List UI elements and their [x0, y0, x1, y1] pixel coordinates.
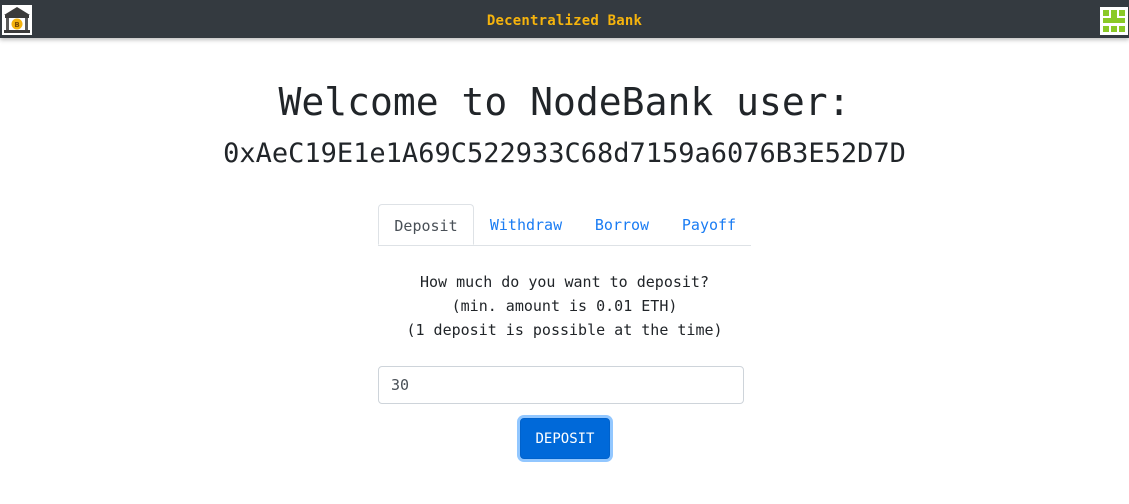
deposit-limit-note: (1 deposit is possible at the time) [406, 321, 723, 339]
tab-deposit[interactable]: Deposit [378, 204, 474, 245]
tab-withdraw[interactable]: Withdraw [477, 204, 575, 245]
welcome-heading: Welcome to NodeBank user: [278, 80, 851, 124]
deposit-question: How much do you want to deposit? [420, 273, 709, 291]
app-title[interactable]: Decentralized Bank [0, 0, 1129, 38]
identicon-avatar-icon[interactable] [1100, 7, 1128, 35]
deposit-prompt: How much do you want to deposit? (min. a… [0, 270, 1129, 342]
wallet-address: 0xAeC19E1e1A69C522933C68d7159a6076B3E52D… [223, 138, 906, 169]
tab-bar: Deposit Withdraw Borrow Payoff [378, 204, 751, 246]
tab-payoff[interactable]: Payoff [669, 204, 749, 245]
deposit-amount-input[interactable] [378, 366, 744, 404]
deposit-button[interactable]: DEPOSIT [520, 418, 610, 459]
navbar: B Decentralized Bank [0, 0, 1129, 38]
tab-borrow[interactable]: Borrow [578, 204, 666, 245]
min-amount-note: (min. amount is 0.01 ETH) [451, 297, 678, 315]
